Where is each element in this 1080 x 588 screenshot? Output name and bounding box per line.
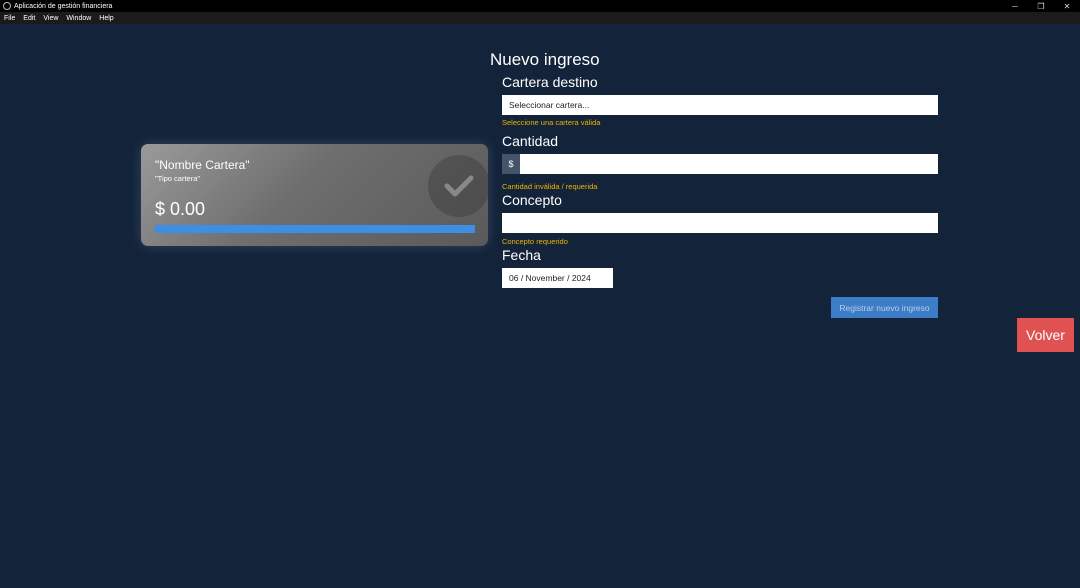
wallet-balance: $ 0.00 (155, 199, 206, 219)
wallet-name: "Nombre Cartera" (155, 158, 250, 172)
close-button[interactable]: ✕ (1054, 0, 1080, 12)
menu-file[interactable]: File (0, 15, 19, 22)
app-icon (3, 2, 11, 10)
window-titlebar: Aplicación de gestión financiera ─ ❐ ✕ (0, 0, 1080, 12)
wallet-card[interactable]: "Nombre Cartera" "Tipo cartera" $ 0.00 (141, 144, 488, 246)
menu-window[interactable]: Window (62, 15, 95, 22)
menu-view[interactable]: View (39, 15, 62, 22)
currency-addon: $ (502, 154, 520, 174)
register-income-button[interactable]: Registrar nuevo ingreso (831, 297, 938, 318)
form-title: Nuevo ingreso (490, 50, 600, 69)
wallet-select[interactable]: Seleccionar cartera... (502, 95, 938, 115)
amount-field-label: Cantidad (502, 133, 559, 149)
minimize-button[interactable]: ─ (1002, 0, 1028, 12)
wallet-error: Seleccione una cartera válida (502, 118, 601, 127)
window-title: Aplicación de gestión financiera (14, 2, 113, 10)
window-controls: ─ ❐ ✕ (1002, 0, 1080, 12)
wallet-type: "Tipo cartera" (155, 174, 201, 183)
amount-error: Cantidad inválida / requerida (502, 182, 598, 191)
date-input[interactable]: 06 / November / 2024 (502, 268, 613, 288)
amount-input[interactable] (520, 154, 938, 174)
restore-button[interactable]: ❐ (1028, 0, 1054, 12)
check-icon (428, 155, 488, 217)
date-field-label: Fecha (502, 247, 541, 263)
wallet-progress-bar (155, 225, 475, 233)
menu-help[interactable]: Help (95, 15, 117, 22)
concept-error: Concepto requerido (502, 237, 568, 246)
wallet-field-label: Cartera destino (502, 74, 598, 90)
concept-input[interactable] (502, 213, 938, 233)
back-button[interactable]: Volver (1017, 318, 1074, 352)
concept-field-label: Concepto (502, 192, 562, 208)
menu-bar: File Edit View Window Help (0, 12, 1080, 24)
menu-edit[interactable]: Edit (19, 15, 39, 22)
